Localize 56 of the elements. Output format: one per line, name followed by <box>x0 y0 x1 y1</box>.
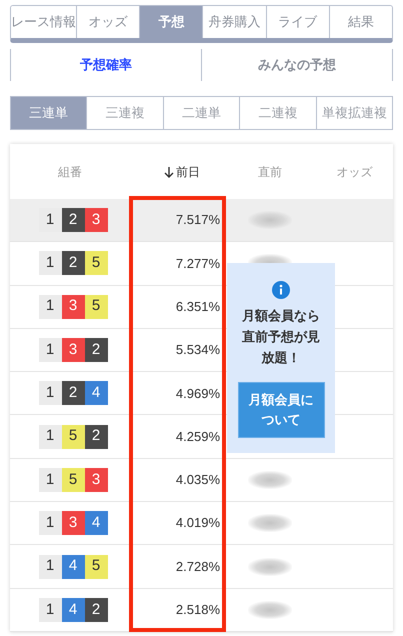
boat-number: 5 <box>62 424 84 449</box>
boat-number: 2 <box>62 208 84 232</box>
sub-tab[interactable]: みんなの予想 <box>202 49 393 81</box>
boat-number: 1 <box>38 598 62 622</box>
boat-number: 3 <box>62 338 84 362</box>
boat-number: 1 <box>38 294 62 319</box>
boat-number: 4 <box>62 598 84 622</box>
sub-tab[interactable]: 予想確率 <box>10 49 202 81</box>
boat-number: 3 <box>84 468 108 492</box>
boat-number: 5 <box>84 251 108 276</box>
boat-number: 2 <box>62 381 84 406</box>
blurred-value <box>248 470 292 489</box>
membership-button[interactable]: 月額会員について <box>238 382 324 438</box>
probability-value: 7.517% <box>176 211 220 230</box>
boat-number: 3 <box>84 208 108 232</box>
probability-value: 4.019% <box>176 514 220 532</box>
column-header[interactable]: 直前 <box>258 162 282 180</box>
sort-header[interactable]: 前日 <box>154 162 200 180</box>
boat-number: 1 <box>38 554 62 579</box>
nav-tab[interactable]: 予想 <box>139 6 202 38</box>
probability-value: 5.534% <box>176 341 220 360</box>
column-header[interactable]: オッズ <box>336 162 372 180</box>
down-arrow-icon <box>164 166 174 178</box>
boat-number: 5 <box>62 468 84 492</box>
boat-number: 4 <box>62 554 84 579</box>
boat-number: 2 <box>62 251 84 276</box>
boat-number: 1 <box>38 468 62 492</box>
boat-number: 2 <box>84 598 108 622</box>
nav-tab[interactable]: 結果 <box>328 6 392 38</box>
blurred-value <box>248 514 292 532</box>
boat-number: 3 <box>62 294 84 319</box>
probability-value: 4.969% <box>176 384 220 403</box>
probability-value: 2.518% <box>176 601 220 620</box>
probability-value: 4.259% <box>176 428 220 446</box>
boat-number: 2 <box>84 424 108 449</box>
probability-value: 4.035% <box>176 471 220 490</box>
boat-number: 5 <box>84 554 108 579</box>
column-header[interactable]: 組番 <box>58 162 82 180</box>
boat-number: 2 <box>84 338 108 362</box>
boat-number: 1 <box>38 251 62 276</box>
blurred-value <box>248 600 292 619</box>
boat-number: 1 <box>38 381 62 406</box>
popup-message: 月額会員なら直前予想が見放題！ <box>241 307 321 367</box>
boat-number: 4 <box>84 381 108 406</box>
probability-value: 6.351% <box>176 298 220 316</box>
boat-number: 3 <box>62 511 84 536</box>
boat-number: 1 <box>38 511 62 536</box>
info-icon <box>272 281 290 299</box>
bet-type-tab[interactable]: 三連単 <box>11 97 86 129</box>
probability-value: 7.277% <box>176 254 220 273</box>
boat-number: 1 <box>38 424 62 449</box>
boat-number: 4 <box>84 511 108 536</box>
blurred-value <box>248 558 292 576</box>
probability-value: 2.728% <box>176 558 220 576</box>
boat-number: 1 <box>38 338 62 362</box>
boat-number: 5 <box>84 294 108 319</box>
